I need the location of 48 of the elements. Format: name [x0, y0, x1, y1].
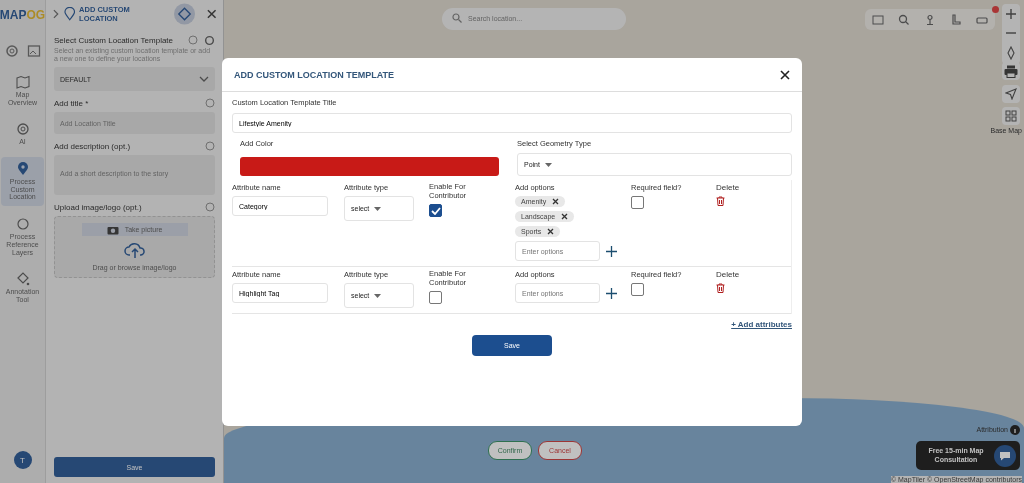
field-label: Upload image/logo (opt.)	[54, 202, 142, 212]
crosshair-button[interactable]	[174, 3, 196, 25]
pin-icon	[63, 7, 76, 21]
search-icon[interactable]	[898, 13, 910, 26]
navigation-arrow-icon	[1005, 88, 1017, 100]
required-checkbox[interactable]	[631, 196, 644, 209]
field-label: Add description (opt.)	[54, 141, 131, 151]
caret-icon	[374, 206, 382, 211]
compass-icon[interactable]	[1007, 46, 1015, 60]
section-heading: Select Custom Location Template	[54, 36, 174, 45]
dialog-title: ADD CUSTOM LOCATION TEMPLATE	[234, 69, 394, 80]
chevron-down-icon	[199, 75, 209, 83]
add-icon[interactable]	[606, 287, 617, 299]
column-label: Delete	[716, 270, 740, 279]
base-map-button[interactable]	[1002, 107, 1020, 125]
grid-icon	[1005, 110, 1017, 122]
image-icon[interactable]	[26, 44, 41, 58]
required-checkbox[interactable]	[631, 283, 644, 296]
add-attributes-link[interactable]: + Add attributes	[731, 320, 792, 329]
paint-bucket-icon	[15, 272, 30, 287]
map-icon	[15, 75, 30, 89]
caret-icon	[544, 162, 552, 167]
remove-icon[interactable]	[552, 198, 560, 205]
color-swatch[interactable]	[240, 157, 499, 176]
close-icon[interactable]	[780, 69, 790, 80]
pin-icon[interactable]	[924, 13, 936, 26]
contributor-checkbox[interactable]	[429, 291, 442, 305]
contributor-checkbox[interactable]	[429, 204, 442, 218]
cloud-upload-icon	[123, 241, 146, 260]
map-icon[interactable]	[872, 13, 884, 26]
chevron-icon[interactable]	[52, 9, 60, 19]
column-label: Delete	[716, 183, 740, 192]
add-icon[interactable]	[606, 245, 617, 257]
close-icon[interactable]	[205, 8, 217, 20]
camera-icon	[106, 224, 119, 235]
remove-icon[interactable]	[547, 228, 555, 235]
locate-button[interactable]	[1002, 85, 1020, 103]
search-icon	[452, 13, 462, 23]
logo: MAPOG	[0, 7, 46, 24]
trash-icon[interactable]	[716, 196, 725, 206]
trash-icon[interactable]	[716, 283, 725, 293]
chat-icon	[994, 444, 1016, 467]
caret-icon	[374, 293, 382, 298]
pin-icon	[15, 162, 30, 177]
remove-icon[interactable]	[561, 213, 569, 220]
zoom-in-icon[interactable]	[1005, 8, 1017, 20]
field-label: Add title *	[54, 98, 89, 108]
user-avatar[interactable]: T	[13, 451, 32, 469]
